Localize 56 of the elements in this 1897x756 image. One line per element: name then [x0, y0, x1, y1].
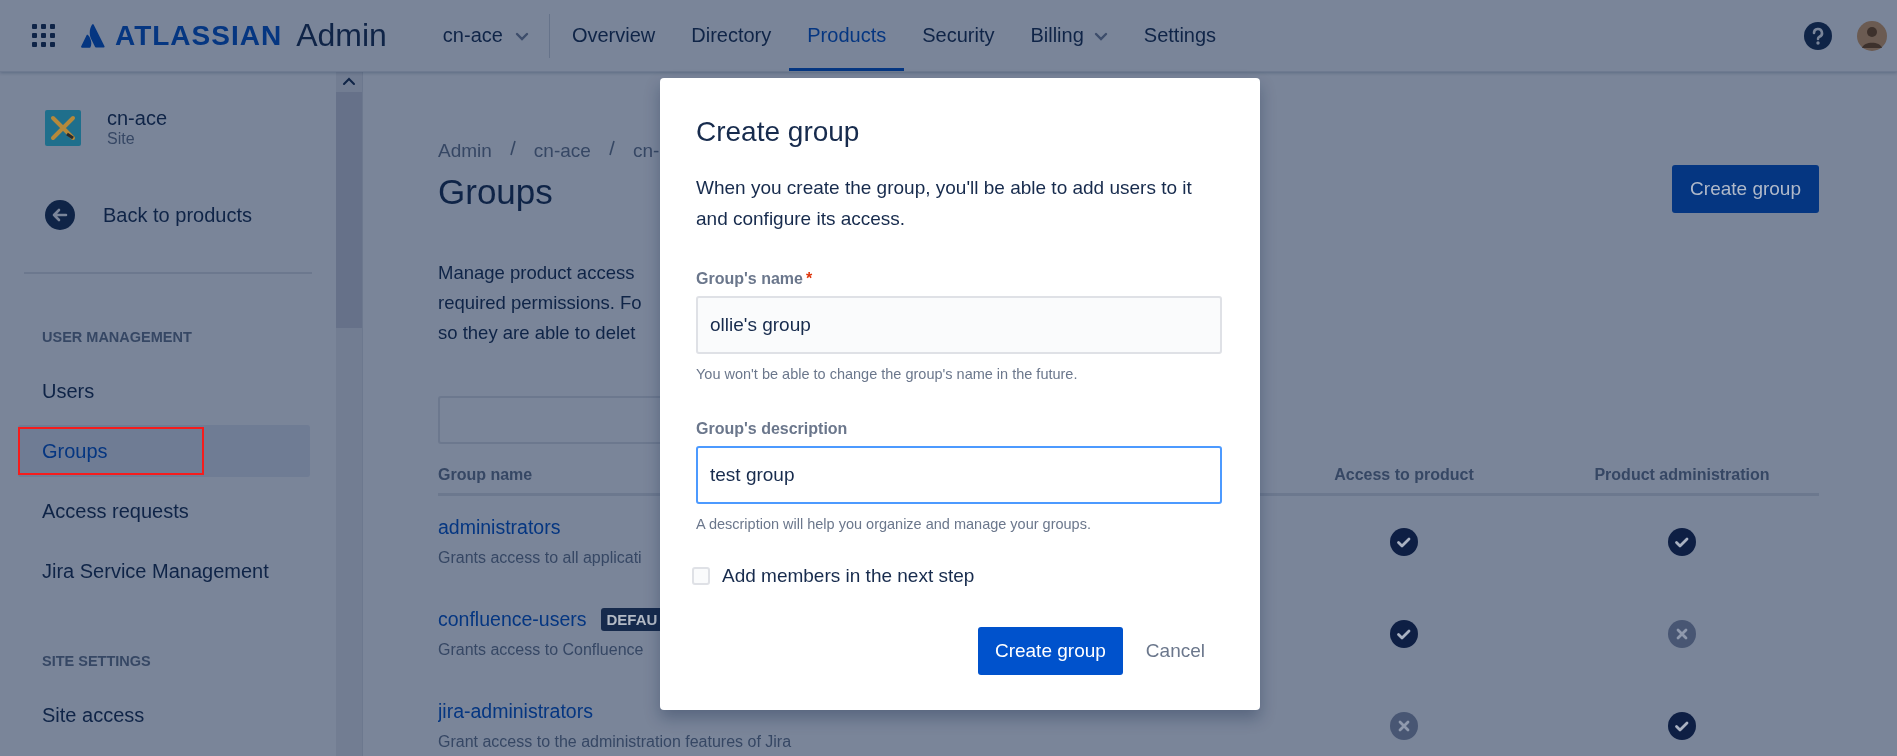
- group-description: Grants access to Confluence: [438, 640, 645, 659]
- default-badge: DEFAU: [600, 608, 661, 631]
- breadcrumb-separator-icon: [508, 140, 517, 156]
- column-header: Access to product: [1263, 444, 1545, 496]
- nav-tab[interactable]: Settings: [1125, 0, 1235, 71]
- nav-tab[interactable]: Billing: [1012, 0, 1126, 71]
- sidebar-item[interactable]: Site access: [18, 689, 310, 741]
- scroll-up-icon: [341, 76, 357, 86]
- text-field[interactable]: ollie's group: [696, 296, 1222, 354]
- group-description: Grants access to all applicati: [438, 548, 643, 567]
- site-name: cn-ace: [107, 107, 168, 130]
- nav-tab[interactable]: Security: [904, 0, 1013, 71]
- nav-tab[interactable]: Products: [789, 0, 905, 71]
- breadcrumb-separator-icon: [607, 140, 616, 156]
- dialog-intro: When you create the group, you'll be able to add users to it and configure its access.: [696, 176, 1193, 231]
- product-name: Admin: [296, 17, 387, 54]
- required-mark: *: [805, 270, 813, 288]
- checkbox-label[interactable]: Add members in the next step: [722, 565, 975, 587]
- group-link[interactable]: confluence-users: [438, 608, 587, 631]
- help-icon: [1803, 20, 1833, 51]
- chevron-down-icon: [514, 30, 529, 41]
- site-type: Site: [107, 130, 136, 148]
- sidebar-item[interactable]: Access requests: [18, 485, 310, 537]
- back-link[interactable]: Back to products: [103, 203, 252, 227]
- group-link[interactable]: jira-administrators: [438, 700, 593, 723]
- column-header: Product administration: [1545, 444, 1819, 496]
- breadcrumb-link[interactable]: Admin: [438, 140, 492, 162]
- group-link[interactable]: administrators: [438, 516, 561, 539]
- site-switcher[interactable]: cn-ace: [442, 24, 503, 47]
- nav-tab[interactable]: Directory: [673, 0, 790, 71]
- brand-name: ATLASSIAN: [115, 19, 283, 52]
- field-label: Group's name: [696, 270, 803, 288]
- sidebar-item[interactable]: Users: [18, 365, 310, 417]
- dialog-title: Create group: [696, 115, 861, 149]
- page-title: Groups: [438, 171, 554, 213]
- field-label: Group's description: [696, 420, 848, 438]
- create-group-button[interactable]: Create group: [1672, 165, 1819, 213]
- cancel-button[interactable]: Cancel: [1128, 627, 1222, 675]
- nav-tab[interactable]: Overview: [553, 0, 674, 71]
- field-help: You won't be able to change the group's name in the future.: [696, 366, 1079, 382]
- atlassian-logo-icon: [81, 22, 105, 49]
- page-description: Manage product access required permissions. Fo so they are able to delet: [438, 261, 643, 345]
- breadcrumb-link[interactable]: cn-ace: [533, 140, 591, 162]
- section-heading: USER MANAGEMENT: [42, 329, 193, 345]
- app-grid-icon: [32, 24, 55, 47]
- group-description: Grant access to the administration features of Jira: [438, 732, 793, 751]
- section-heading: SITE SETTINGS: [42, 653, 152, 669]
- avatar-icon: [1857, 20, 1887, 51]
- site-logo-icon: [45, 109, 81, 146]
- text-field[interactable]: test group: [696, 446, 1222, 504]
- create-group-button[interactable]: Create group: [977, 627, 1123, 675]
- sidebar-item[interactable]: Groups: [18, 425, 310, 477]
- sidebar-item[interactable]: Jira Service Management: [18, 545, 310, 597]
- checkbox[interactable]: [692, 567, 710, 585]
- field-help: A description will help you organize and manage your groups.: [696, 516, 1092, 532]
- breadcrumb-link[interactable]: cn-: [632, 140, 660, 162]
